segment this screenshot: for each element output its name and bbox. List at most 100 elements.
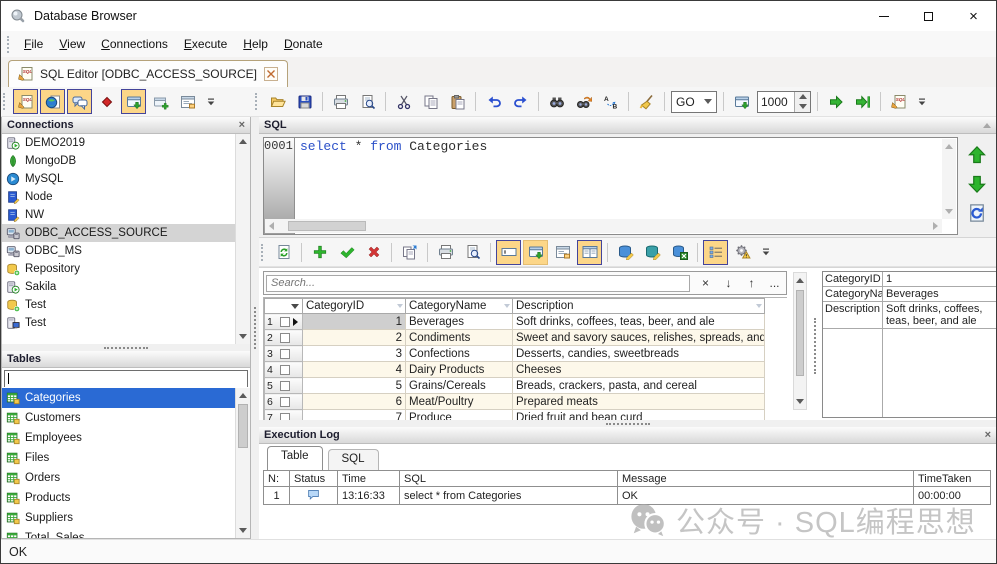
connection-item-sakila[interactable]: Sakila	[2, 278, 235, 296]
sql-editor-area[interactable]: 0001 select * from Categories	[263, 137, 958, 235]
tab-close-icon[interactable]	[263, 66, 279, 82]
new-results-window-button[interactable]	[148, 89, 173, 114]
toolbar-grip[interactable]	[3, 93, 7, 110]
search-options-button[interactable]: ...	[763, 273, 786, 293]
row-checkbox[interactable]	[280, 349, 290, 359]
grid-row[interactable]: 22CondimentsSweet and savory sauces, rel…	[265, 330, 765, 346]
grid-row[interactable]: 77ProduceDried fruit and bean curd	[265, 410, 765, 421]
tab-sql-editor[interactable]: SQL SQL Editor [ODBC_ACCESS_SOURCE]	[8, 60, 288, 87]
cell-description[interactable]: Soft drinks, coffees, teas, beer, and al…	[513, 314, 765, 330]
maximize-button[interactable]	[906, 1, 951, 31]
open-file-button[interactable]	[265, 89, 290, 114]
grid-row-header[interactable]: 7	[265, 410, 303, 421]
grid-row[interactable]: 33ConfectionsDesserts, candies, sweetbre…	[265, 346, 765, 362]
menu-view[interactable]: View	[51, 34, 93, 54]
tables-filter[interactable]	[4, 370, 248, 387]
connection-item-odbc_access_source[interactable]: ODBC_ACCESS_SOURCE	[2, 224, 235, 242]
spin-up-button[interactable]	[795, 92, 810, 102]
results-grid[interactable]: CategoryIDCategoryNameDescription11Bever…	[264, 298, 765, 420]
grid-row-header[interactable]: 6	[265, 394, 303, 410]
previous-statement-icon[interactable]	[967, 145, 987, 165]
load-blob-button[interactable]	[613, 240, 638, 265]
cell-categoryname[interactable]: Beverages	[406, 314, 513, 330]
append-record-button[interactable]	[307, 240, 332, 265]
row-checkbox[interactable]	[280, 317, 290, 327]
export-data-button[interactable]	[667, 240, 692, 265]
log-row[interactable]: 113:16:33select * from CategoriesOK00:00…	[264, 487, 991, 505]
menu-connections[interactable]: Connections	[93, 34, 176, 54]
edit-form-button[interactable]	[550, 240, 575, 265]
menu-help[interactable]: Help	[235, 34, 276, 54]
cell-categoryid[interactable]: 1	[303, 314, 406, 330]
table-item-products[interactable]: Products	[2, 488, 235, 508]
row-checkbox[interactable]	[280, 397, 290, 407]
cell-description[interactable]: Breads, crackers, pasta, and cereal	[513, 378, 765, 394]
cell-categoryname[interactable]: Produce	[406, 410, 513, 421]
cell-description[interactable]: Dried fruit and bean curd	[513, 410, 765, 421]
scroll-thumb[interactable]	[796, 290, 804, 376]
connection-item-mongodb[interactable]: MongoDB	[2, 152, 235, 170]
execute-button[interactable]	[823, 89, 848, 114]
search-prev-button[interactable]: ↑	[740, 273, 763, 293]
log-tab-table[interactable]: Table	[267, 446, 323, 470]
cell-categoryid[interactable]: 2	[303, 330, 406, 346]
cell-categoryid[interactable]: 4	[303, 362, 406, 378]
search-next-button[interactable]: ↓	[717, 273, 740, 293]
sql-history-button[interactable]: SQL	[886, 89, 911, 114]
grid-row[interactable]: 44Dairy ProductsCheeses	[265, 362, 765, 378]
scroll-up-icon[interactable]	[236, 388, 250, 403]
cut-button[interactable]	[391, 89, 416, 114]
cell-categoryid[interactable]: 6	[303, 394, 406, 410]
connection-item-nw[interactable]: NW	[2, 206, 235, 224]
detail-field-value[interactable]: 1	[883, 272, 996, 286]
table-item-total_sales[interactable]: Total_Sales	[2, 528, 235, 538]
connections-close-icon[interactable]: ×	[239, 120, 245, 131]
horizontal-splitter[interactable]	[2, 344, 250, 351]
row-limit-spinner[interactable]: 1000	[757, 91, 811, 113]
find-button[interactable]	[544, 89, 569, 114]
inline-edit-button[interactable]	[496, 240, 521, 265]
grid-options-button[interactable]	[730, 240, 755, 265]
connection-item-test[interactable]: Test	[2, 314, 235, 332]
spin-down-button[interactable]	[795, 102, 810, 112]
grid-row[interactable]: 66Meat/PoultryPrepared meats	[265, 394, 765, 410]
undo-button[interactable]	[481, 89, 506, 114]
scroll-up-icon[interactable]	[942, 139, 956, 154]
grid-row-header[interactable]: 4	[265, 362, 303, 378]
replace-button[interactable]: AB	[598, 89, 623, 114]
cell-categoryname[interactable]: Dairy Products	[406, 362, 513, 378]
cell-categoryid[interactable]: 3	[303, 346, 406, 362]
scroll-thumb[interactable]	[238, 404, 248, 448]
menu-execute[interactable]: Execute	[176, 34, 235, 54]
scroll-up-icon[interactable]	[794, 273, 806, 288]
copy-special-button[interactable]	[397, 240, 422, 265]
refresh-icon[interactable]	[967, 203, 987, 223]
grid-column-header-description[interactable]: Description	[513, 299, 765, 314]
cancel-edit-button[interactable]	[361, 240, 386, 265]
collapse-icon[interactable]	[983, 120, 991, 131]
vertical-splitter[interactable]	[251, 117, 259, 539]
toolbar-grip[interactable]	[7, 36, 11, 53]
scroll-down-icon[interactable]	[942, 204, 956, 219]
cell-categoryname[interactable]: Grains/Cereals	[406, 378, 513, 394]
scroll-down-icon[interactable]	[236, 329, 250, 344]
connection-item-mysql[interactable]: MySQL	[2, 170, 235, 188]
tables-scrollbar[interactable]	[235, 388, 250, 538]
grid-row-header[interactable]: 5	[265, 378, 303, 394]
next-statement-icon[interactable]	[967, 174, 987, 194]
table-item-categories[interactable]: Categories	[2, 388, 235, 408]
filter-arrow-icon[interactable]	[397, 304, 403, 308]
more-buttons-button[interactable]	[757, 240, 775, 265]
grid-row[interactable]: 55Grains/CerealsBreads, crackers, pasta,…	[265, 378, 765, 394]
connection-item-repository[interactable]: Repository	[2, 260, 235, 278]
cell-categoryname[interactable]: Confections	[406, 346, 513, 362]
table-item-customers[interactable]: Customers	[2, 408, 235, 428]
stop-execution-button[interactable]	[94, 89, 119, 114]
paste-button[interactable]	[445, 89, 470, 114]
scroll-right-icon[interactable]	[933, 222, 938, 230]
save-blob-button[interactable]	[640, 240, 665, 265]
row-checkbox[interactable]	[280, 365, 290, 375]
more-buttons-button[interactable]	[913, 89, 931, 114]
record-view-toggle-button[interactable]	[577, 240, 602, 265]
editor-vscrollbar[interactable]	[942, 139, 956, 219]
